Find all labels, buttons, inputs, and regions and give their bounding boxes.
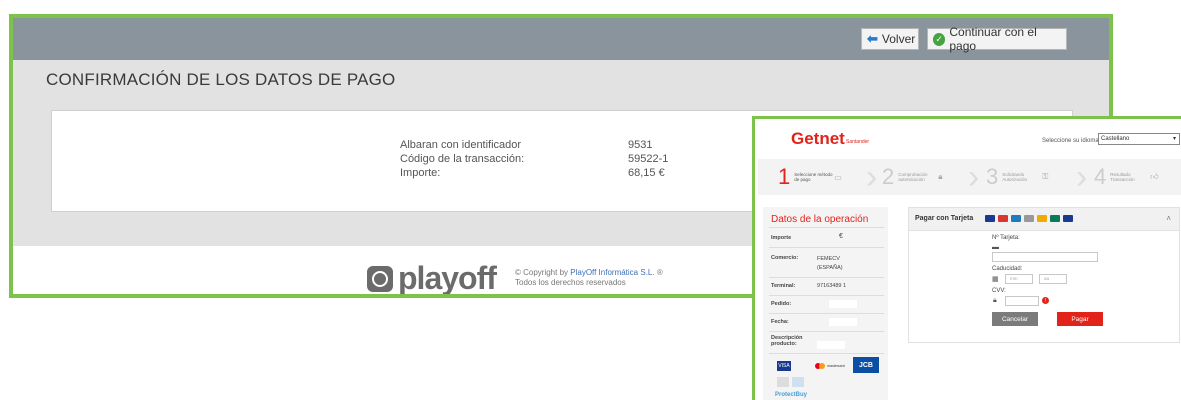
comercio-value: FEMECV (ESPAÑA): [817, 256, 843, 271]
terminal-label: Terminal:: [771, 283, 796, 289]
page-title: CONFIRMACIÓN DE LOS DATOS DE PAGO: [46, 70, 396, 89]
row-label: Importe:: [400, 167, 441, 179]
visa-secure-badge: VISA: [777, 361, 791, 371]
calendar-icon: ▦: [992, 276, 999, 283]
pay-button[interactable]: Pagar: [1057, 312, 1103, 326]
chevron-up-icon[interactable]: ˄: [1166, 214, 1171, 223]
rights-text: Todos los derechos reservados: [515, 278, 626, 287]
step-number: 4: [1094, 164, 1107, 189]
copyright-prefix: © Copyright by: [515, 268, 571, 277]
expiry-year-input[interactable]: aa: [1039, 274, 1067, 284]
back-button[interactable]: ⬅ Volver: [861, 28, 919, 50]
card-payment-header[interactable]: Pagar con Tarjeta ˄: [909, 208, 1179, 231]
card-payment-panel: Pagar con Tarjeta ˄ Nº Tarjeta: ▬ Caduci…: [908, 207, 1180, 343]
expiry-month-input[interactable]: mm: [1005, 274, 1033, 284]
card-icon: ▭: [834, 172, 842, 182]
copyright-company-link[interactable]: PlayOff Informática S.L.: [570, 268, 654, 277]
step-number: 2: [882, 164, 895, 189]
step-1: 1 Seleccione método de pago ▭: [778, 159, 842, 195]
jcb-badge: JCB: [853, 357, 879, 373]
continue-payment-button[interactable]: ✓ Continuar con el pago: [927, 25, 1067, 53]
descripcion-label: Descripción producto:: [771, 335, 803, 347]
row-value: 59522-1: [628, 153, 669, 165]
language-label: Seleccione su idioma: [1042, 138, 1099, 144]
card-number-label: Nº Tarjeta:: [992, 235, 1020, 241]
language-select[interactable]: Castellano ▾: [1098, 133, 1180, 145]
key-icon: ⚿: [1042, 172, 1049, 181]
step-4: 4 Resultado Transacción 👍︎: [1094, 159, 1159, 195]
arrow-left-icon: ⬅: [867, 31, 878, 46]
fecha-value: [829, 318, 857, 326]
comercio-label: Comercio:: [771, 255, 799, 261]
card-logos: [985, 215, 1073, 222]
step-number: 3: [986, 164, 999, 189]
copyright: © Copyright by PlayOff Informática S.L. …: [515, 268, 663, 288]
check-icon: ✓: [933, 32, 946, 46]
protectbuy-badge: ProtectBuy: [775, 392, 808, 398]
importe-label: Importe: [771, 235, 792, 241]
descripcion-value: [817, 341, 845, 349]
getnet-sub-logo: Santander: [846, 139, 870, 145]
step-label: Resultado Transacción: [1110, 172, 1135, 182]
mastercard-badge: mastercard: [815, 361, 845, 371]
importe-currency: €: [839, 233, 843, 240]
row-label: Código de la transacción:: [400, 153, 525, 165]
pedido-label: Pedido:: [771, 301, 792, 307]
card-payment-title: Pagar con Tarjeta: [915, 215, 974, 222]
copyright-suffix: ®: [654, 268, 663, 277]
cancel-button[interactable]: Cancelar: [992, 312, 1038, 326]
amex-badge: [792, 377, 804, 387]
steps-bar: 1 Seleccione método de pago ▭ › 2 Compro…: [758, 159, 1181, 195]
back-button-label: Volver: [881, 32, 916, 46]
mastercard-badge-label: mastercard: [827, 364, 845, 368]
cvv-input[interactable]: [1005, 296, 1039, 306]
row-label: Albaran con identificador: [400, 139, 522, 151]
fecha-label: Fecha:: [771, 319, 789, 325]
chevron-down-icon: ▾: [1172, 136, 1176, 142]
pedido-value: [829, 300, 857, 308]
step-label: Comprobación autenticación: [898, 172, 928, 182]
step-number: 1: [778, 164, 791, 189]
cvv-label: CVV:: [992, 288, 1006, 294]
terminal-value: 97163489 1: [817, 283, 847, 289]
diners-badge: [777, 377, 789, 387]
lock-icon: 🔒︎: [993, 297, 997, 304]
expiry-label: Caducidad:: [992, 266, 1023, 272]
getnet-logo: Getnet: [791, 129, 845, 148]
lock-icon: 🔒︎: [938, 172, 943, 181]
step-2: 2 Comprobación autenticación 🔒︎: [882, 159, 943, 195]
card-number-input[interactable]: [992, 252, 1098, 262]
thumbs-up-icon: 👍︎: [1150, 172, 1159, 181]
operation-title: Datos de la operación: [771, 214, 869, 225]
playoff-logo-icon: [367, 266, 393, 292]
language-value: Castellano: [1101, 136, 1130, 142]
row-value: 9531: [628, 139, 653, 151]
continue-button-label: Continuar con el pago: [949, 25, 1037, 53]
row-value: 68,15 €: [628, 167, 665, 179]
step-label: Seleccione método de pago: [794, 172, 833, 182]
getnet-window: Getnet Santander Seleccione su idioma Ca…: [752, 116, 1181, 400]
step-3: 3 Solicitando Autorización ⚿: [986, 159, 1048, 195]
card-icon: ▬: [992, 244, 999, 251]
error-icon: !: [1042, 297, 1049, 304]
playoff-logo-text: playoff: [398, 260, 497, 296]
step-label: Solicitando Autorización: [1002, 172, 1028, 182]
